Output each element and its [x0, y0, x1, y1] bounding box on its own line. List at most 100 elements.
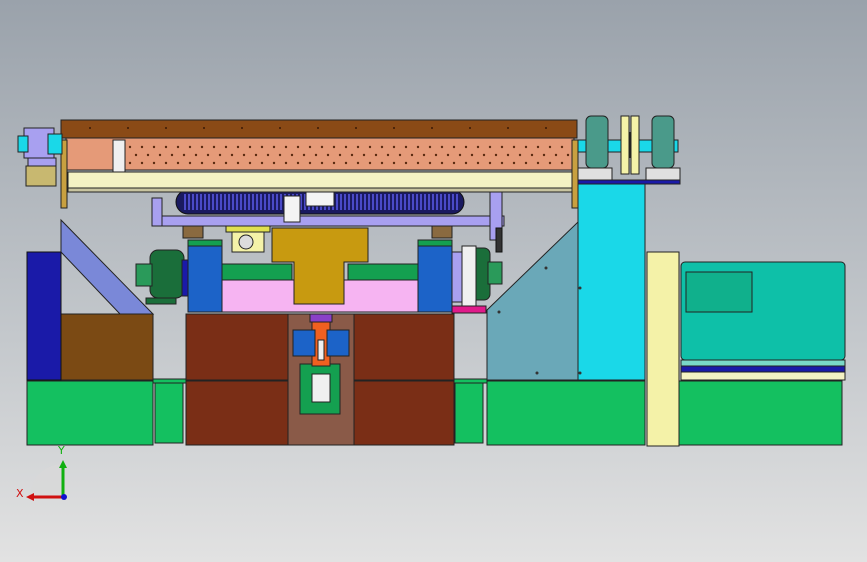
rack-tooth [440, 194, 442, 210]
belt-hole [500, 145, 504, 149]
housing-left-lower [185, 380, 289, 446]
pulley [630, 115, 640, 175]
cad-viewport[interactable]: X Y [0, 0, 867, 562]
board-screw [203, 127, 205, 129]
rack-tooth [456, 194, 458, 210]
rack-tooth [212, 194, 214, 210]
belt-hole [404, 161, 408, 165]
belt-hole [362, 153, 366, 157]
belt-hole [512, 145, 516, 149]
rack-tooth [268, 194, 270, 210]
bracket-bearing [238, 234, 254, 250]
belt-hole [416, 161, 420, 165]
rack-tooth [192, 194, 194, 210]
coupling-top [309, 313, 333, 323]
base-far-right-block [677, 380, 843, 446]
z-axis-dot [61, 494, 67, 500]
board-screw [89, 127, 91, 129]
board-screw [165, 127, 167, 129]
belt-hole [338, 153, 342, 157]
coupling-clamp [292, 329, 316, 357]
belt-hole [134, 153, 138, 157]
board-screw [317, 127, 319, 129]
belt-hole [458, 153, 462, 157]
rack-tooth [428, 194, 430, 210]
rack-tooth [388, 194, 390, 210]
rack-tooth [280, 194, 282, 210]
board-screw [507, 127, 509, 129]
x-axis-label: X [16, 487, 24, 500]
belt-hole [476, 161, 480, 165]
rack-tooth [416, 194, 418, 210]
right-gear-motor-end [487, 261, 503, 285]
belt-hole [368, 161, 372, 165]
belt-hole [440, 145, 444, 149]
belt-hole [128, 145, 132, 149]
rack-tooth [452, 194, 454, 210]
belt-hole [140, 161, 144, 165]
belt-hole [200, 145, 204, 149]
belt-hole [464, 161, 468, 165]
belt-hole [272, 145, 276, 149]
rack-tooth [404, 194, 406, 210]
rack-tooth [240, 194, 242, 210]
pulley [620, 115, 630, 175]
belt-hole [314, 153, 318, 157]
belt-hole [476, 145, 480, 149]
rack-tooth [200, 194, 202, 210]
belt-hole [260, 145, 264, 149]
green-slide-right [347, 263, 419, 281]
belt-hole [428, 161, 432, 165]
belt-hole [452, 145, 456, 149]
rack-tooth [336, 194, 338, 210]
rack-tooth [356, 194, 358, 210]
belt-hole [470, 153, 474, 157]
rack-tooth [224, 194, 226, 210]
base-mid-right-small-block [454, 382, 484, 444]
rack-tooth [220, 194, 222, 210]
belt-hole [290, 153, 294, 157]
belt-hole [500, 161, 504, 165]
right-gear-motor-white-plate [461, 245, 477, 307]
belt-hole [278, 153, 282, 157]
belt-hole [548, 145, 552, 149]
rack-tooth [340, 194, 342, 210]
belt-hole [224, 161, 228, 165]
panel-bolt [497, 310, 501, 314]
belt-hole [296, 161, 300, 165]
belt-hole [302, 153, 306, 157]
rack-tooth [216, 194, 218, 210]
belt-hole [206, 153, 210, 157]
coupling-clamp [326, 329, 350, 357]
belt-hole [518, 153, 522, 157]
belt-hole [320, 161, 324, 165]
motor-base-strip [680, 371, 846, 381]
rack-tooth [208, 194, 210, 210]
belt-hole [152, 145, 156, 149]
vertical-rod-right [495, 227, 503, 253]
left-gear-motor [135, 249, 189, 305]
belt-hole [356, 145, 360, 149]
lavender-post-left [151, 197, 163, 227]
housing-right-lower [353, 380, 455, 446]
base-right-block [486, 380, 646, 446]
rack-tooth [260, 194, 262, 210]
rack-tooth [344, 194, 346, 210]
belt-hole [140, 145, 144, 149]
left-conveyor-drive [17, 127, 63, 187]
rack-tooth [376, 194, 378, 210]
screw-shaft [317, 339, 325, 361]
y-axis-label: Y [57, 444, 65, 457]
cyan-tower [577, 181, 646, 381]
belt-hole [542, 153, 546, 157]
base-left-block [26, 380, 154, 446]
rack-tooth [436, 194, 438, 210]
blue-block-right [417, 245, 453, 313]
belt-hole [422, 153, 426, 157]
drive-base-bar [577, 179, 681, 185]
belt-hole [560, 145, 564, 149]
belt-hole [260, 161, 264, 165]
belt-hole [332, 161, 336, 165]
belt-hole [560, 161, 564, 165]
board-screw [127, 127, 129, 129]
